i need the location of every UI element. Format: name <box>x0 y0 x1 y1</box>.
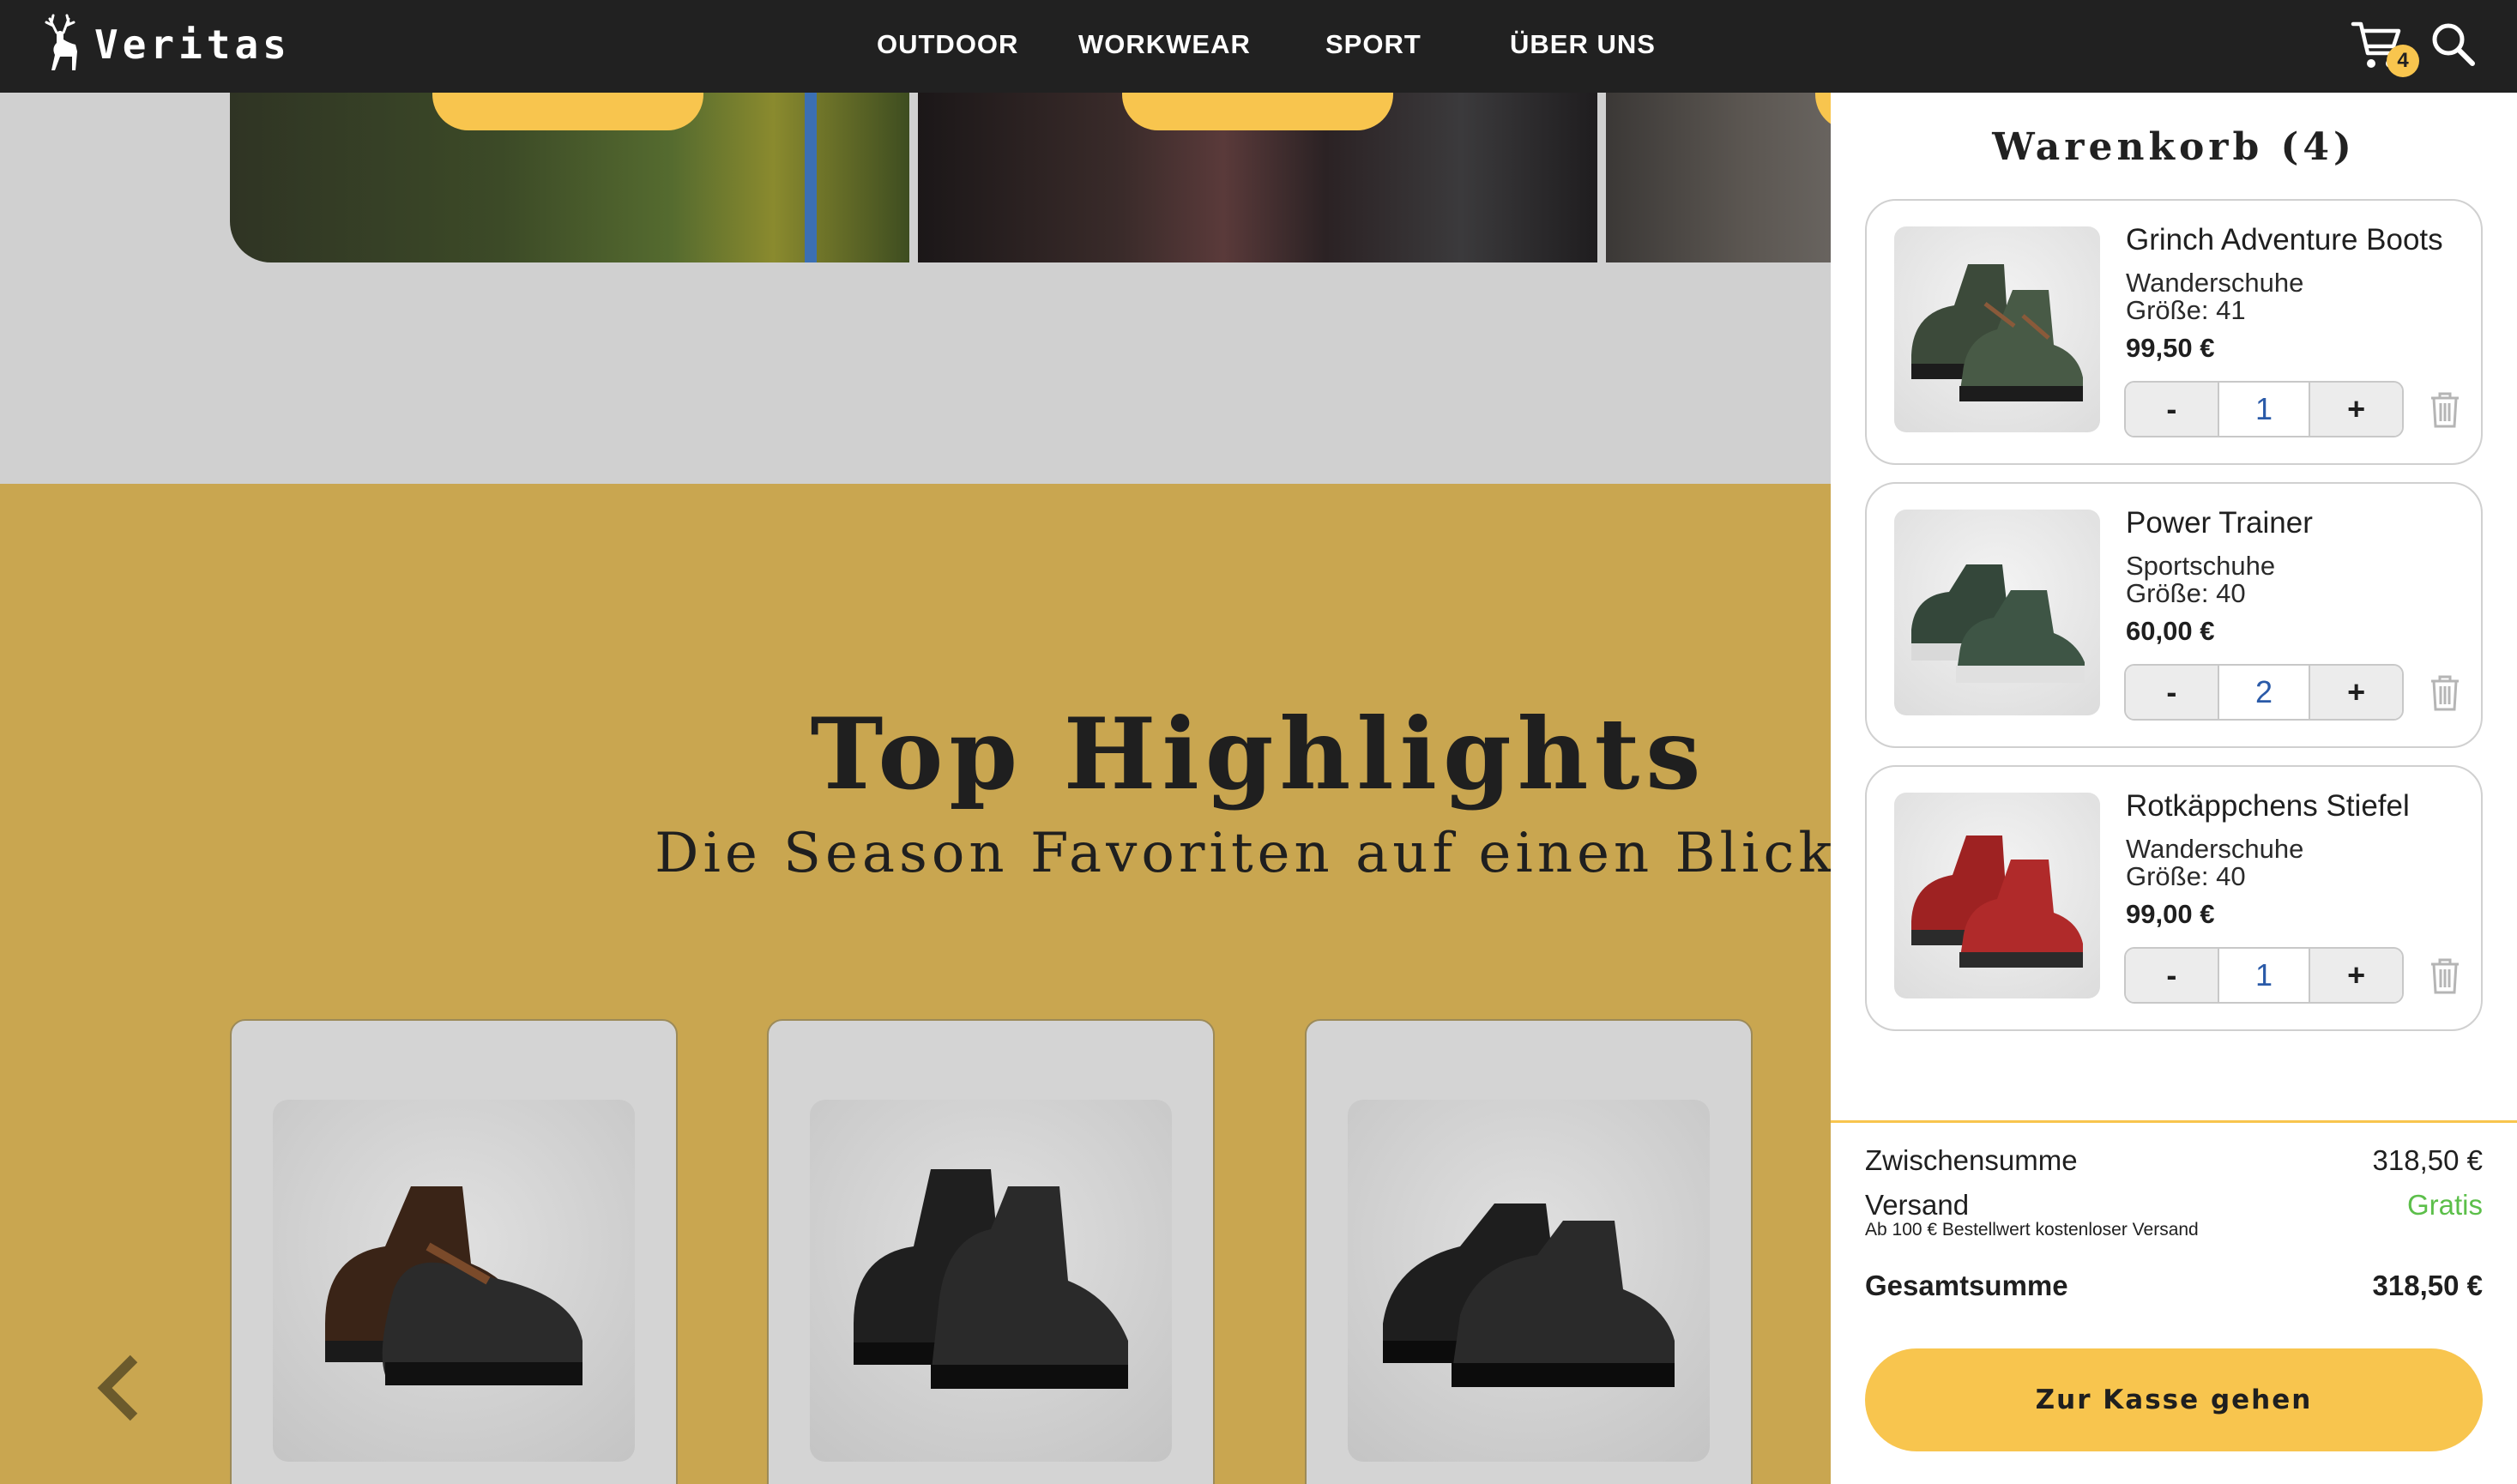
nav-item-outdoor[interactable]: OUTDOOR <box>877 29 1018 60</box>
cart-item-price: 99,50 € <box>2126 333 2215 363</box>
nav-item-workwear[interactable]: WORKWEAR <box>1078 29 1251 60</box>
quantity-increase-button[interactable]: + <box>2310 949 2402 1002</box>
subtotal-value: 318,50 € <box>2372 1144 2483 1176</box>
cart-drawer: Warenkorb (4) Grinch Adventure Boots Wan… <box>1831 93 2517 1484</box>
product-image <box>810 1100 1172 1462</box>
summary-divider <box>1831 1120 2517 1123</box>
quantity-value[interactable]: 1 <box>2217 949 2311 1002</box>
total-label: Gesamtsumme <box>1865 1270 2068 1301</box>
brand-name: Veritas <box>94 21 291 68</box>
nav-item-sport[interactable]: SPORT <box>1325 29 1421 60</box>
total-value: 318,50 € <box>2372 1270 2483 1301</box>
checkout-button[interactable]: Zur Kasse gehen <box>1865 1348 2483 1451</box>
cart-item-name[interactable]: Rotkäppchens Stiefel <box>2126 789 2410 823</box>
hero-banner <box>230 93 1946 262</box>
boot-image <box>854 1169 1128 1389</box>
cart-item-price: 99,00 € <box>2126 899 2215 929</box>
product-card[interactable] <box>767 1019 1215 1484</box>
cart-item-name[interactable]: Power Trainer <box>2126 506 2313 540</box>
trash-icon[interactable] <box>2428 391 2462 429</box>
brand-logo[interactable]: Veritas <box>38 14 291 75</box>
hero-button-workwear[interactable] <box>1122 93 1393 130</box>
quantity-decrease-button[interactable]: - <box>2126 949 2218 1002</box>
quantity-increase-button[interactable]: + <box>2310 383 2402 436</box>
deer-logo-icon <box>45 14 77 70</box>
cart-item: Power Trainer Sportschuhe Größe: 40 60,0… <box>1865 482 2483 748</box>
quantity-value[interactable]: 2 <box>2217 666 2311 719</box>
shipping-label: Versand <box>1865 1189 1970 1221</box>
cart-item-size: Größe: 41 <box>2126 295 2246 325</box>
quantity-stepper: - 1 + <box>2124 947 2404 1004</box>
search-button[interactable] <box>2429 21 2478 69</box>
cart-item-size: Größe: 40 <box>2126 861 2246 891</box>
nav-item-ueber-uns[interactable]: ÜBER UNS <box>1510 29 1656 60</box>
carousel-prev-arrow-icon[interactable] <box>93 1354 148 1422</box>
subtotal-label: Zwischensumme <box>1865 1144 2078 1176</box>
cart-item-image <box>1894 793 2100 998</box>
hero-button-outdoor[interactable] <box>432 93 703 130</box>
cart-item-image <box>1894 510 2100 715</box>
quantity-stepper: - 1 + <box>2124 381 2404 437</box>
cart-item-name[interactable]: Grinch Adventure Boots <box>2126 223 2443 257</box>
trash-icon[interactable] <box>2428 957 2462 995</box>
shipping-note: Ab 100 € Bestellwert kostenloser Versand <box>1865 1220 2199 1240</box>
cart-item: Grinch Adventure Boots Wanderschuhe Größ… <box>1865 199 2483 465</box>
quantity-decrease-button[interactable]: - <box>2126 666 2218 719</box>
search-icon <box>2432 23 2475 66</box>
green-boot-image <box>1911 264 2083 401</box>
cart-item-image <box>1894 226 2100 432</box>
product-image <box>1348 1100 1710 1462</box>
quantity-value[interactable]: 1 <box>2217 383 2311 436</box>
cart-item-category: Sportschuhe <box>2126 551 2276 581</box>
product-card[interactable] <box>230 1019 678 1484</box>
cart-button[interactable]: 4 <box>2351 19 2419 77</box>
quantity-decrease-button[interactable]: - <box>2126 383 2218 436</box>
cart-item: Rotkäppchens Stiefel Wanderschuhe Größe:… <box>1865 765 2483 1031</box>
quantity-increase-button[interactable]: + <box>2310 666 2402 719</box>
green-sneaker-image <box>1911 564 2085 683</box>
cart-count-badge: 4 <box>2387 45 2419 77</box>
product-card[interactable] <box>1305 1019 1753 1484</box>
red-boot-image <box>1911 836 2083 968</box>
cart-item-category: Wanderschuhe <box>2126 268 2304 298</box>
top-navigation-bar: Veritas OUTDOOR WORKWEAR SPORT ÜBER UNS … <box>0 0 2517 93</box>
trash-icon[interactable] <box>2428 674 2462 712</box>
cart-item-price: 60,00 € <box>2126 616 2215 646</box>
boot-image <box>325 1186 582 1385</box>
cart-title: Warenkorb (4) <box>1992 125 2356 169</box>
product-image <box>273 1100 635 1462</box>
cart-item-size: Größe: 40 <box>2126 578 2246 608</box>
quantity-stepper: - 2 + <box>2124 664 2404 721</box>
shoe-image <box>1383 1203 1675 1387</box>
shipping-value: Gratis <box>2406 1189 2483 1221</box>
cart-item-category: Wanderschuhe <box>2126 834 2304 864</box>
